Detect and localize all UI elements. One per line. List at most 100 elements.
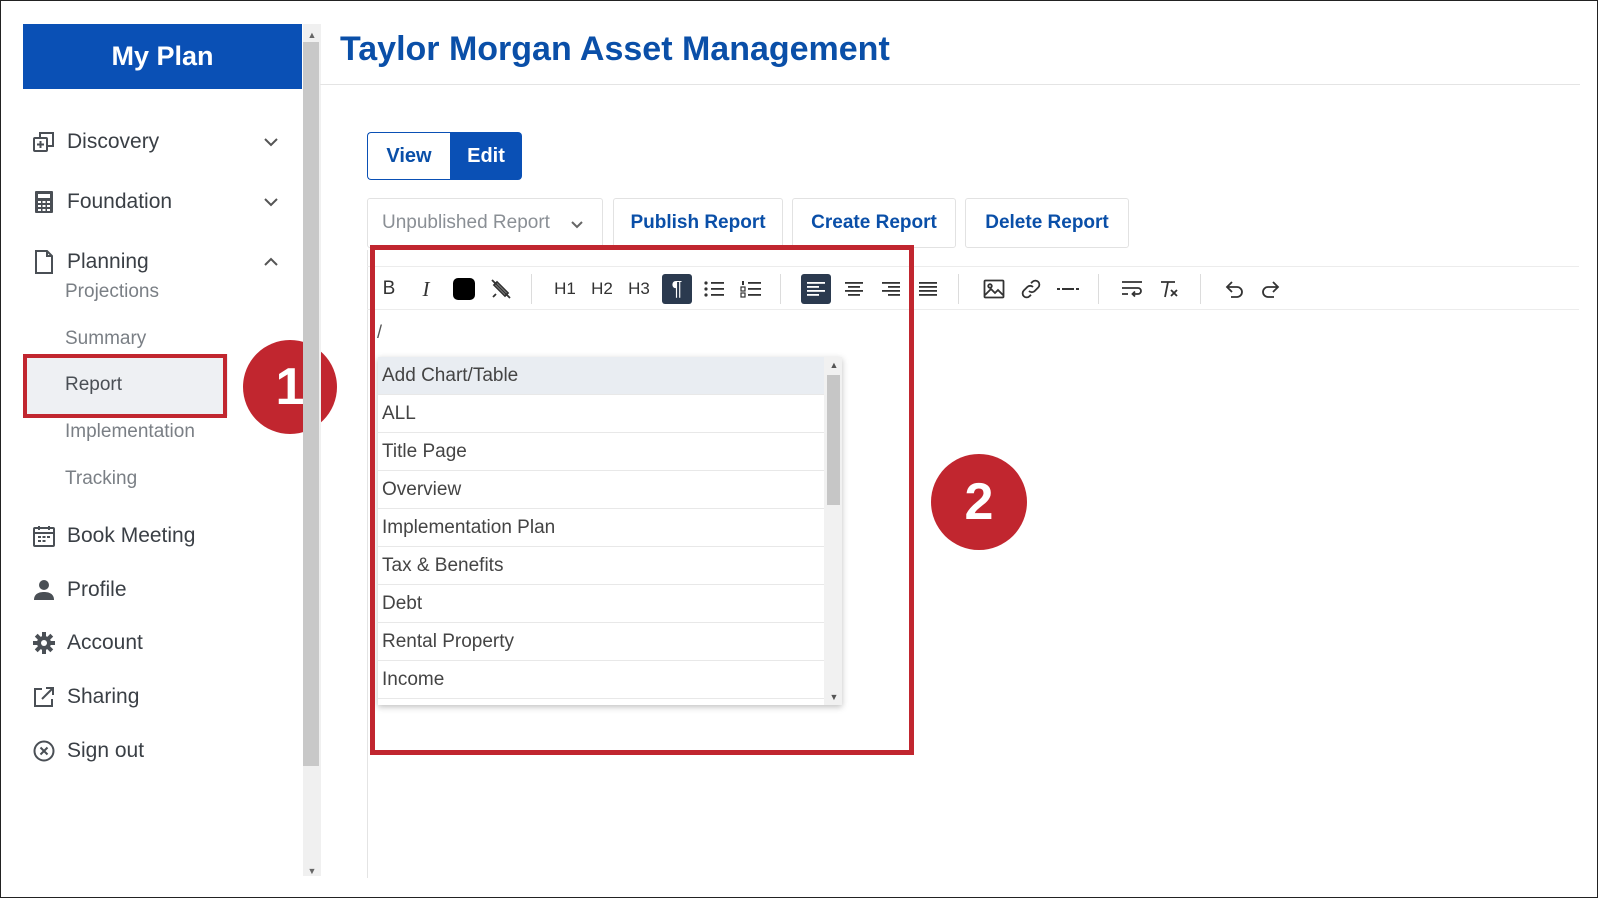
chevron-up-icon[interactable] [261, 252, 281, 272]
sidebar-item-foundation[interactable]: Foundation [31, 182, 291, 222]
callout-badge-2: 2 [931, 454, 1027, 550]
close-circle-icon [31, 738, 57, 764]
dropdown-item-rental-property[interactable]: Rental Property [378, 623, 824, 661]
sidebar-subitem-projections[interactable]: Projections [65, 281, 159, 303]
dropdown-item-income[interactable]: Income [378, 661, 824, 699]
heading-1-button[interactable]: H1 [550, 274, 580, 304]
toolbar-separator [531, 274, 532, 304]
bullet-list-icon [704, 281, 724, 297]
clear-formatting-button[interactable] [1154, 274, 1184, 304]
page-title: Taylor Morgan Asset Management [340, 30, 890, 68]
callout-box-report [23, 354, 227, 418]
color-swatch-icon [453, 278, 475, 300]
toolbar-separator [1200, 274, 1201, 304]
sidebar-item-sharing[interactable]: Sharing [31, 677, 291, 717]
wrap-text-button[interactable] [1117, 274, 1147, 304]
heading-2-button[interactable]: H2 [587, 274, 617, 304]
sidebar-item-book-meeting[interactable]: Book Meeting [31, 516, 291, 556]
bold-button[interactable]: B [374, 274, 404, 304]
sidebar-item-account[interactable]: Account [31, 623, 291, 663]
sidebar-item-label: Profile [67, 578, 127, 601]
dropdown-item-implementation-plan[interactable]: Implementation Plan [378, 509, 824, 547]
sidebar-item-label: Sign out [67, 739, 145, 762]
sidebar-item-planning[interactable]: Planning [31, 242, 291, 282]
editor-text[interactable]: / [377, 322, 382, 343]
calculator-icon [31, 189, 57, 215]
sidebar-item-profile[interactable]: Profile [31, 570, 291, 610]
view-toggle-button[interactable]: View [367, 132, 450, 180]
chevron-down-icon[interactable] [261, 132, 281, 152]
scroll-down-arrow-icon[interactable]: ▼ [828, 692, 840, 702]
undo-button[interactable] [1219, 274, 1249, 304]
slash-command-dropdown[interactable]: Add Chart/Table ALL Title Page Overview … [378, 357, 842, 705]
divider [320, 84, 1580, 85]
italic-button[interactable]: I [411, 274, 441, 304]
sidebar-item-discovery[interactable]: Discovery [31, 122, 291, 162]
sidebar-item-label: Book Meeting [67, 524, 196, 547]
insert-link-button[interactable] [1016, 274, 1046, 304]
text-color-button[interactable] [449, 274, 479, 304]
discovery-icon [31, 129, 57, 155]
callout-badge-1: 1 [243, 340, 337, 434]
sidebar-scroll-thumb[interactable] [303, 42, 319, 766]
link-icon [1021, 279, 1041, 299]
toolbar-separator [958, 274, 959, 304]
dropdown-item-title-page[interactable]: Title Page [378, 433, 824, 471]
dropdown-scroll-thumb[interactable] [827, 375, 840, 505]
redo-icon [1262, 281, 1280, 298]
share-icon [31, 684, 57, 710]
sidebar-item-sign-out[interactable]: Sign out [31, 731, 291, 771]
gear-icon [31, 630, 57, 656]
delete-report-button[interactable]: Delete Report [965, 198, 1129, 248]
align-left-icon [807, 282, 825, 296]
sidebar-subitem-implementation[interactable]: Implementation [65, 421, 195, 443]
sidebar-item-label: Discovery [67, 130, 160, 153]
sidebar-item-label: Planning [67, 250, 149, 273]
scroll-down-arrow-icon[interactable]: ▼ [306, 866, 318, 876]
toolbar-separator [780, 274, 781, 304]
toolbar-separator [1098, 274, 1099, 304]
bullet-list-button[interactable] [699, 274, 729, 304]
align-right-icon [882, 282, 900, 296]
scroll-up-arrow-icon[interactable]: ▲ [306, 30, 318, 40]
toolbar-border-bottom [367, 309, 1579, 310]
align-center-icon [845, 282, 863, 296]
brand-header[interactable]: My Plan [23, 24, 302, 89]
clear-format-icon [1161, 281, 1178, 298]
document-icon [31, 249, 57, 275]
align-right-button[interactable] [876, 274, 906, 304]
publish-report-button[interactable]: Publish Report [613, 198, 783, 248]
sidebar-item-label: Sharing [67, 685, 140, 708]
dropdown-item-debt[interactable]: Debt [378, 585, 824, 623]
paragraph-button[interactable]: ¶ [662, 274, 692, 304]
clear-highlight-button[interactable] [486, 274, 516, 304]
redo-button[interactable] [1256, 274, 1286, 304]
create-report-button[interactable]: Create Report [792, 198, 956, 248]
sidebar-item-label: Foundation [67, 190, 173, 213]
sidebar-subitem-tracking[interactable]: Tracking [65, 468, 137, 490]
calendar-icon [31, 523, 57, 549]
insert-image-button[interactable] [979, 274, 1009, 304]
sidebar-subitem-summary[interactable]: Summary [65, 328, 146, 350]
dropdown-item-overview[interactable]: Overview [378, 471, 824, 509]
align-justify-icon [919, 282, 937, 296]
toolbar-border-top [367, 266, 1579, 267]
horizontal-rule-button[interactable] [1053, 274, 1083, 304]
align-justify-button[interactable] [913, 274, 943, 304]
report-status-select[interactable]: Unpublished Report [367, 198, 603, 248]
heading-3-button[interactable]: H3 [624, 274, 654, 304]
dropdown-item-all[interactable]: ALL [378, 395, 824, 433]
align-left-button[interactable] [801, 274, 831, 304]
chevron-down-icon[interactable] [261, 192, 281, 212]
horizontal-rule-icon [1057, 288, 1079, 290]
wrap-text-icon [1122, 281, 1142, 298]
dropdown-item-add-chart-table[interactable]: Add Chart/Table [378, 357, 824, 395]
dropdown-item-tax-benefits[interactable]: Tax & Benefits [378, 547, 824, 585]
edit-toggle-button[interactable]: Edit [450, 132, 522, 180]
undo-icon [1225, 281, 1243, 298]
numbered-list-icon [740, 281, 761, 298]
numbered-list-button[interactable] [736, 274, 766, 304]
align-center-button[interactable] [839, 274, 869, 304]
sidebar: My Plan Discovery Foundation Planning Pr… [23, 24, 302, 874]
scroll-up-arrow-icon[interactable]: ▲ [828, 360, 840, 370]
